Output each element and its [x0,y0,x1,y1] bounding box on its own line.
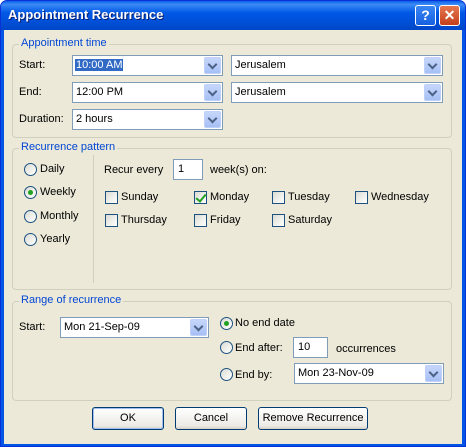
duration-combo[interactable]: 2 hours [72,109,223,130]
close-button[interactable]: ✕ [439,5,460,26]
start-timezone-combo[interactable]: Jerusalem [231,55,443,76]
title-bar[interactable]: Appointment Recurrence ? ✕ [1,1,465,30]
chevron-down-icon[interactable] [204,57,221,74]
sunday-label[interactable]: Sunday [121,191,158,203]
dialog-body: Appointment time Start: 10:00 AM Jerusal… [4,30,462,444]
recurrence-pattern-legend: Recurrence pattern [19,141,118,153]
end-time-combo[interactable]: 12:00 PM [72,82,223,103]
recur-every-input[interactable]: 1 [173,159,203,180]
tuesday-label[interactable]: Tuesday [288,191,330,203]
monthly-radio[interactable] [24,210,37,223]
friday-checkbox[interactable] [194,214,207,227]
appointment-time-group: Appointment time Start: 10:00 AM Jerusal… [12,37,452,138]
recurrence-pattern-group: Recurrence pattern Daily Weekly Monthly … [12,141,452,290]
start-time-value: 10:00 AM [75,59,124,71]
end-after-label[interactable]: End after: [235,342,283,354]
yearly-radio[interactable] [24,233,37,246]
appointment-time-legend: Appointment time [19,37,109,49]
monday-checkbox[interactable] [194,191,207,204]
chevron-down-icon[interactable] [424,57,441,74]
tuesday-checkbox[interactable] [272,191,285,204]
end-timezone-value: Jerusalem [235,86,286,98]
end-after-input[interactable]: 10 [293,337,328,358]
chevron-down-icon[interactable] [425,365,442,382]
chevron-down-icon[interactable] [190,319,207,336]
weekly-radio[interactable] [24,186,37,199]
monthly-label[interactable]: Monthly [40,210,79,222]
duration-value: 2 hours [76,113,113,125]
remove-recurrence-button[interactable]: Remove Recurrence [258,407,368,430]
daily-radio[interactable] [24,163,37,176]
help-button[interactable]: ? [415,5,436,26]
range-legend: Range of recurrence [19,294,124,306]
duration-label: Duration: [19,113,64,125]
end-by-combo[interactable]: Mon 23-Nov-09 [294,363,444,384]
friday-label[interactable]: Friday [210,214,241,226]
weeks-on-label: week(s) on: [210,164,267,176]
chevron-down-icon[interactable] [204,111,221,128]
end-by-value: Mon 23-Nov-09 [298,367,374,379]
range-start-value: Mon 21-Sep-09 [64,321,140,333]
no-end-date-label[interactable]: No end date [235,317,295,329]
end-time-label: End: [19,86,42,98]
end-timezone-combo[interactable]: Jerusalem [231,82,443,103]
start-time-combo[interactable]: 10:00 AM [72,55,223,76]
saturday-label[interactable]: Saturday [288,214,332,226]
yearly-label[interactable]: Yearly [40,233,70,245]
wednesday-checkbox[interactable] [355,191,368,204]
cancel-button[interactable]: Cancel [175,407,247,430]
range-start-label: Start: [19,321,46,333]
chevron-down-icon[interactable] [204,84,221,101]
wednesday-label[interactable]: Wednesday [371,191,429,203]
pattern-divider [93,155,94,283]
appointment-recurrence-dialog: Appointment Recurrence ? ✕ Appointment t… [0,0,466,447]
end-by-label[interactable]: End by: [235,369,272,381]
occurrences-label: occurrences [336,343,396,355]
daily-label[interactable]: Daily [40,163,64,175]
end-by-radio[interactable] [220,368,233,381]
no-end-date-radio[interactable] [220,317,233,330]
start-timezone-value: Jerusalem [235,59,286,71]
saturday-checkbox[interactable] [272,214,285,227]
recur-every-label: Recur every [104,164,164,176]
thursday-checkbox[interactable] [105,214,118,227]
range-of-recurrence-group: Range of recurrence Start: Mon 21-Sep-09… [12,294,452,401]
monday-label[interactable]: Monday [210,191,249,203]
start-time-label: Start: [19,59,46,71]
sunday-checkbox[interactable] [105,191,118,204]
ok-button[interactable]: OK [92,407,164,430]
thursday-label[interactable]: Thursday [121,214,167,226]
chevron-down-icon[interactable] [424,84,441,101]
window-title: Appointment Recurrence [8,7,164,22]
end-after-radio[interactable] [220,341,233,354]
weekly-label[interactable]: Weekly [40,186,76,198]
end-time-value: 12:00 PM [76,86,124,98]
range-start-combo[interactable]: Mon 21-Sep-09 [60,317,209,338]
